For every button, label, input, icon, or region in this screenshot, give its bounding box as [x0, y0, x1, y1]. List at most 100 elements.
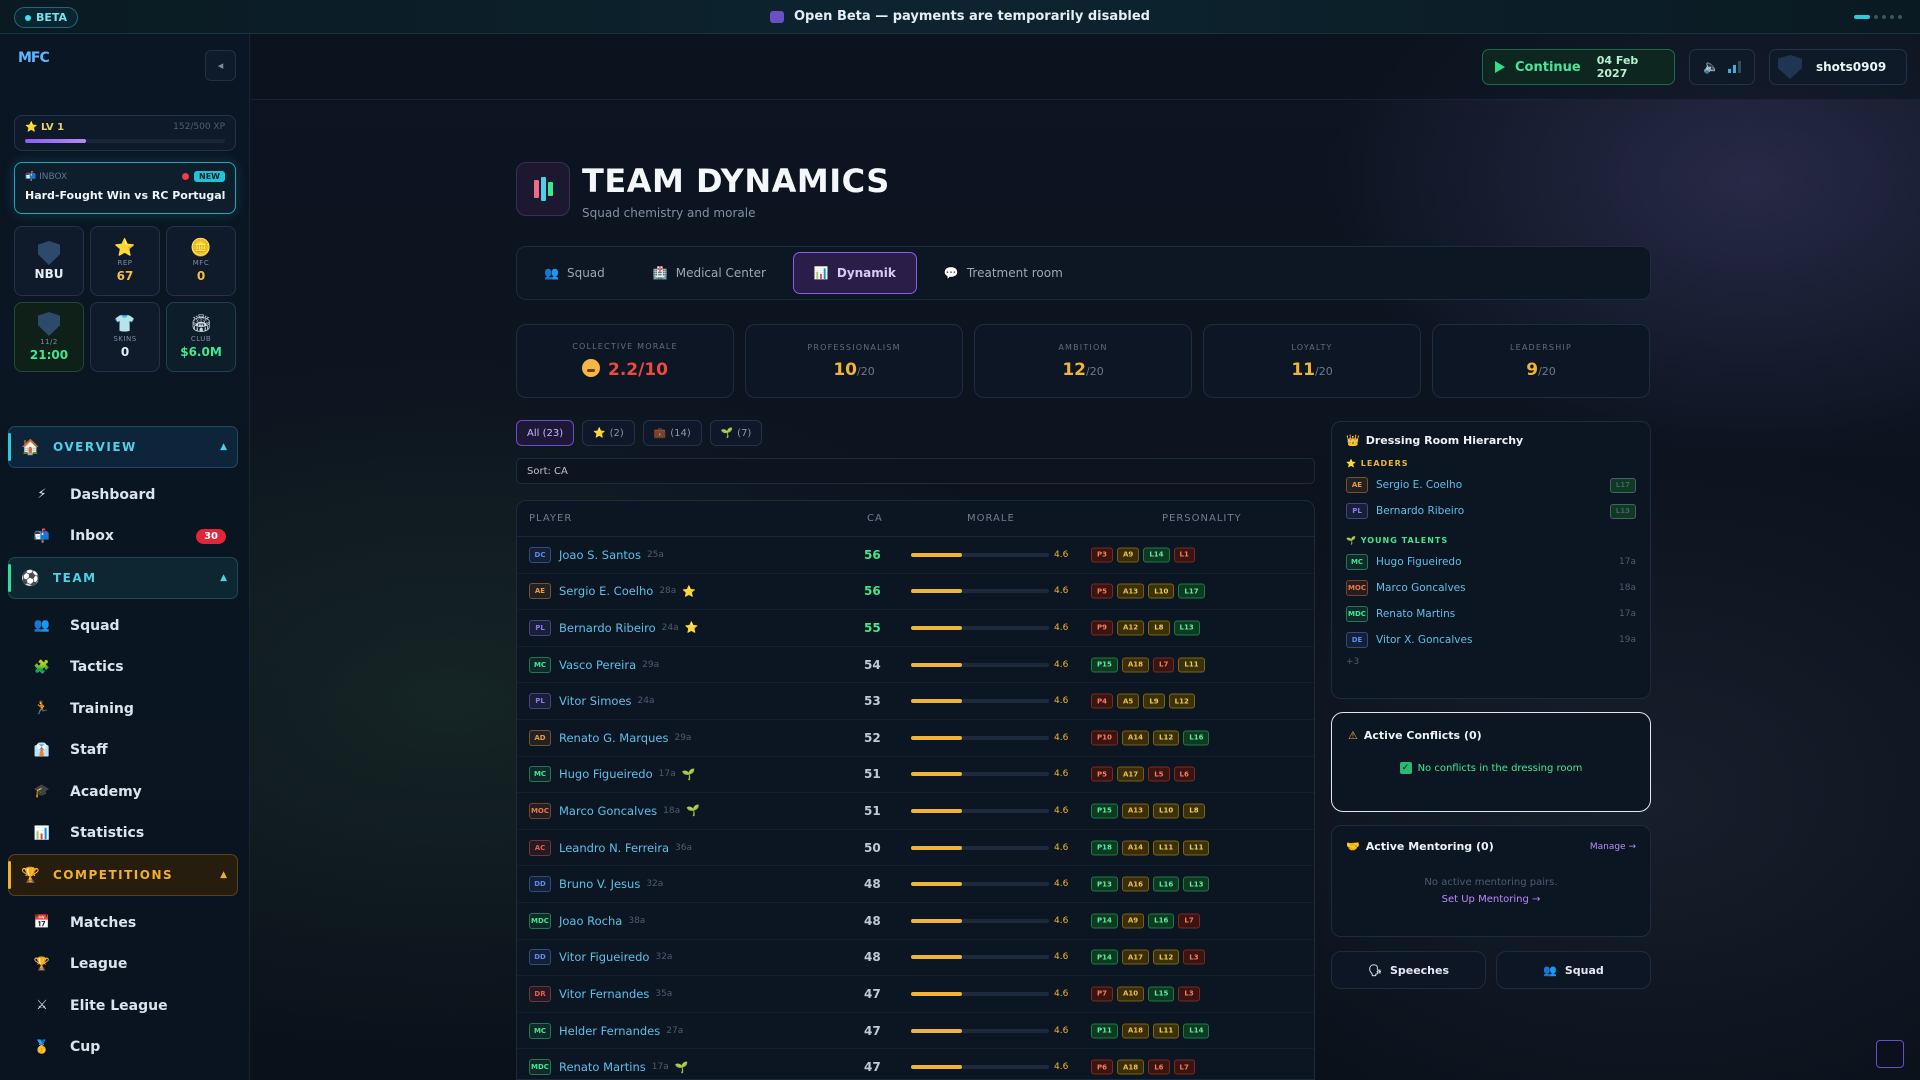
leader-name[interactable]: Sergio E. Coelho	[1376, 479, 1462, 491]
resource-tile[interactable]: NBU	[14, 226, 84, 296]
table-row[interactable]: AE Sergio E. Coelho 28a ⭐ 56 4.6 P5 A13 L10 L17	[517, 574, 1314, 611]
table-row[interactable]: MC Vasco Pereira 29a 54 4.6 P15 A18 L7 L11	[517, 647, 1314, 684]
pager-dot[interactable]	[1882, 15, 1886, 19]
player-name-link[interactable]: Vitor Fernandes 35a	[559, 987, 672, 1001]
filter-button[interactable]: ⭐ (2)	[582, 420, 635, 446]
nav-section-team[interactable]: ⚽ TEAM ▲	[8, 557, 238, 599]
talent-name[interactable]: Renato Martins	[1376, 608, 1455, 620]
sidebar-item-league[interactable]: 🏆 League	[8, 944, 238, 986]
banner-pager[interactable]	[1854, 15, 1902, 19]
player-name-link[interactable]: Helder Fernandes 27a	[559, 1024, 683, 1038]
player-name[interactable]: Helder Fernandes	[559, 1024, 660, 1038]
player-name[interactable]: Vasco Pereira	[559, 658, 636, 672]
player-name-link[interactable]: Joao Rocha 38a	[559, 914, 645, 928]
tab-dynamik[interactable]: 📊 Dynamik	[792, 252, 917, 294]
sidebar-item-squad[interactable]: 👥 Squad	[8, 605, 238, 647]
pager-dot[interactable]	[1874, 15, 1878, 19]
pager-dot[interactable]	[1898, 15, 1902, 19]
talent-row[interactable]: MDC Renato Martins 17a	[1346, 601, 1636, 627]
player-name[interactable]: Joao Rocha	[559, 914, 622, 928]
talent-name[interactable]: Vitor X. Goncalves	[1376, 634, 1472, 646]
player-name[interactable]: Vitor Figueiredo	[559, 950, 649, 964]
continue-button[interactable]: Continue 04 Feb 2027	[1482, 49, 1675, 85]
player-name[interactable]: Renato Martins	[559, 1060, 646, 1074]
pager-dot[interactable]	[1890, 15, 1894, 19]
table-row[interactable]: MC Helder Fernandes 27a 47 4.6 P11 A18 L11 L14	[517, 1013, 1314, 1050]
player-name[interactable]: Joao S. Santos	[559, 548, 641, 562]
more-talents[interactable]: +3	[1346, 657, 1636, 667]
tab-treatment-room[interactable]: 💬 Treatment room	[923, 252, 1084, 294]
table-row[interactable]: MDC Renato Martins 17a 🌱 47 4.6 P6 A18 L6 L7	[517, 1049, 1314, 1079]
sidebar-item-continental[interactable]: 🌍Continental	[8, 1068, 238, 1080]
player-name[interactable]: Sergio E. Coelho	[559, 584, 653, 598]
table-row[interactable]: MC Hugo Figueiredo 17a 🌱 51 4.6 P5 A17 L5 L6	[517, 757, 1314, 794]
col-ca[interactable]: CA	[867, 513, 883, 524]
filter-button[interactable]: 💼 (14)	[642, 420, 702, 446]
tab-squad[interactable]: 👥 Squad	[523, 252, 626, 294]
resource-tile[interactable]: ⭐ REP 67	[90, 226, 160, 296]
table-row[interactable]: DC Joao S. Santos 25a 56 4.6 P3 A9 L14 L1	[517, 537, 1314, 574]
table-row[interactable]: AC Leandro N. Ferreira 36a 50 4.6 P18 A14 L11 L1…	[517, 830, 1314, 867]
player-name-link[interactable]: Bernardo Ribeiro 24a ⭐	[559, 621, 698, 635]
player-name-link[interactable]: Joao S. Santos 25a	[559, 548, 664, 562]
player-name-link[interactable]: Renato G. Marques 29a	[559, 731, 691, 745]
sidebar-item-dashboard[interactable]: ⚡ Dashboard	[8, 474, 238, 516]
sidebar-item-matches[interactable]: 📅 Matches	[8, 902, 238, 944]
player-name-link[interactable]: Vasco Pereira 29a	[559, 658, 659, 672]
user-profile-button[interactable]: shots0909	[1769, 49, 1907, 85]
sidebar-item-staff[interactable]: 👔 Staff	[8, 730, 238, 772]
player-name-link[interactable]: Marco Goncalves 18a 🌱	[559, 804, 700, 818]
app-logo[interactable]: MFC	[18, 51, 50, 65]
col-morale[interactable]: MORALE	[967, 513, 1015, 524]
tab-medical-center[interactable]: 🏥 Medical Center	[632, 252, 787, 294]
player-name[interactable]: Bruno V. Jesus	[559, 877, 640, 891]
talent-row[interactable]: MOC Marco Goncalves 18a	[1346, 575, 1636, 601]
leader-row[interactable]: AE Sergio E. Coelho L17	[1346, 472, 1636, 498]
sound-button[interactable]: 🔈	[1689, 49, 1755, 85]
table-row[interactable]: MDC Joao Rocha 38a 48 4.6 P14 A9 L16 L7	[517, 903, 1314, 940]
setup-mentoring-link[interactable]: Set Up Mentoring →	[1346, 894, 1636, 905]
squad-button[interactable]: 👥 Squad	[1496, 951, 1651, 989]
player-name-link[interactable]: Bruno V. Jesus 32a	[559, 877, 663, 891]
sidebar-item-cup[interactable]: 🥇 Cup	[8, 1027, 238, 1069]
sidebar-item-inbox[interactable]: 📬 Inbox 30	[8, 516, 238, 558]
sort-select[interactable]: Sort: CA	[516, 458, 1315, 484]
table-row[interactable]: DD Bruno V. Jesus 32a 48 4.6 P13 A16 L16 L13	[517, 866, 1314, 903]
table-row[interactable]: DD Vitor Figueiredo 32a 48 4.6 P14 A17 L12 L3	[517, 940, 1314, 977]
table-row[interactable]: DR Vitor Fernandes 35a 47 4.6 P7 A10 L15 L3	[517, 976, 1314, 1013]
col-personality[interactable]: PERSONALITY	[1162, 513, 1242, 524]
table-row[interactable]: MOC Marco Goncalves 18a 🌱 51 4.6 P15 A13 L10 L8	[517, 793, 1314, 830]
sidebar-item-academy[interactable]: 🎓 Academy	[8, 771, 238, 813]
talent-name[interactable]: Marco Goncalves	[1376, 582, 1466, 594]
resource-tile[interactable]: 👕 SKINS 0	[90, 302, 160, 372]
filter-button[interactable]: 🌱 (7)	[709, 420, 763, 446]
player-name[interactable]: Leandro N. Ferreira	[559, 841, 669, 855]
corner-widget[interactable]	[1876, 1040, 1904, 1068]
player-name-link[interactable]: Vitor Simoes 24a	[559, 694, 655, 708]
pager-dot-active[interactable]	[1854, 15, 1870, 19]
player-name-link[interactable]: Renato Martins 17a 🌱	[559, 1060, 688, 1074]
table-row[interactable]: AD Renato G. Marques 29a 52 4.6 P10 A14 L12 L16	[517, 720, 1314, 757]
sidebar-item-statistics[interactable]: 📊 Statistics	[8, 813, 238, 855]
collapse-sidebar-button[interactable]: ◂	[205, 50, 236, 81]
resource-tile[interactable]: 11/2 21:00	[14, 302, 84, 372]
talent-name[interactable]: Hugo Figueiredo	[1376, 556, 1462, 568]
player-name-link[interactable]: Leandro N. Ferreira 36a	[559, 841, 692, 855]
table-row[interactable]: PL Bernardo Ribeiro 24a ⭐ 55 4.6 P9 A12 L8 L13	[517, 610, 1314, 647]
talent-row[interactable]: MC Hugo Figueiredo 17a	[1346, 549, 1636, 575]
inbox-notification-card[interactable]: 📬 INBOX NEW Hard-Fought Win vs RC Portuga…	[14, 162, 236, 214]
nav-section-overview[interactable]: 🏠 OVERVIEW ▲	[8, 426, 238, 468]
leader-row[interactable]: PL Bernardo Ribeiro L13	[1346, 498, 1636, 524]
player-name[interactable]: Hugo Figueiredo	[559, 767, 653, 781]
leader-name[interactable]: Bernardo Ribeiro	[1376, 505, 1464, 517]
player-name-link[interactable]: Vitor Figueiredo 32a	[559, 950, 672, 964]
filter-button[interactable]: All (23)	[516, 420, 575, 446]
speeches-button[interactable]: 🗣 Speeches	[1331, 951, 1486, 989]
talent-row[interactable]: DE Vitor X. Goncalves 19a	[1346, 627, 1636, 653]
resource-tile[interactable]: 🏟 CLUB $6.0M	[166, 302, 236, 372]
player-name[interactable]: Marco Goncalves	[559, 804, 657, 818]
manage-mentoring-link[interactable]: Manage →	[1590, 842, 1636, 852]
player-name[interactable]: Bernardo Ribeiro	[559, 621, 656, 635]
player-name-link[interactable]: Sergio E. Coelho 28a ⭐	[559, 584, 696, 598]
player-name-link[interactable]: Hugo Figueiredo 17a 🌱	[559, 767, 695, 781]
